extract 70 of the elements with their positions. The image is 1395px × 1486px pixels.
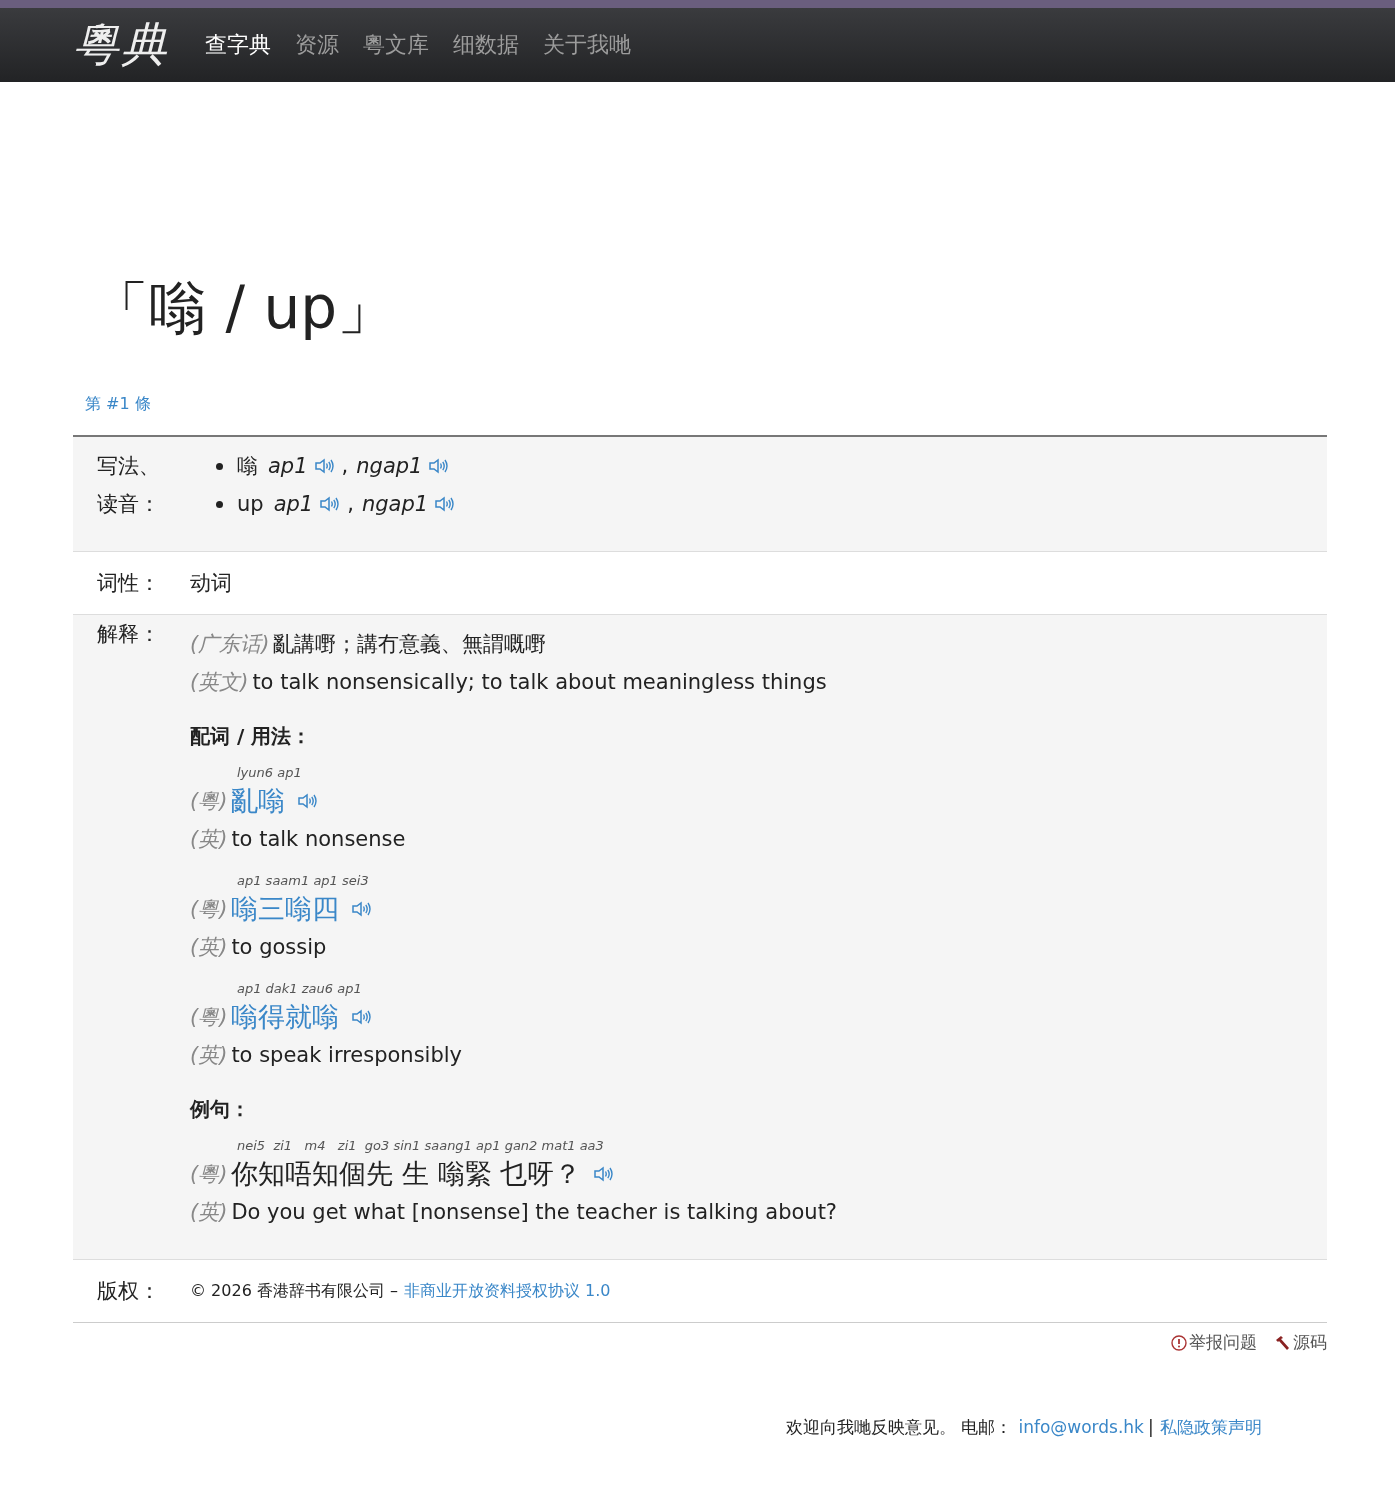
bullet-icon bbox=[216, 462, 223, 470]
meaning-text: to speak irresponsibly bbox=[231, 1043, 463, 1067]
bullet-icon bbox=[216, 500, 223, 508]
separator-text: , bbox=[347, 492, 354, 516]
copyright-text: © 2026 香港辞书有限公司 – bbox=[190, 1281, 398, 1300]
warning-icon bbox=[1171, 1334, 1187, 1351]
language-tag: (英) bbox=[190, 1043, 228, 1067]
speaker-icon[interactable] bbox=[428, 458, 449, 474]
nav-link[interactable]: 粵文库 bbox=[363, 30, 429, 60]
jyutping-text: ap1 saam1 ap1 sei3 bbox=[237, 872, 370, 890]
headword-title: 「嗡 / up」 bbox=[91, 273, 396, 344]
site-logo[interactable]: 粵典 bbox=[73, 14, 169, 76]
speaker-icon[interactable] bbox=[313, 458, 334, 474]
language-tag: (英) bbox=[190, 827, 228, 851]
definition-text: 亂講嘢；講冇意義、無謂嘅嘢 bbox=[273, 632, 547, 656]
jyutping-text: ngap1 bbox=[361, 492, 429, 516]
nav-link[interactable]: 细数据 bbox=[453, 30, 519, 60]
nav-link[interactable]: 资源 bbox=[295, 30, 339, 60]
language-tag: (广东话) bbox=[190, 632, 270, 656]
jyutping-text: ap1 dak1 zau6 ap1 bbox=[237, 980, 363, 998]
definition-text: to talk nonsensically; to talk about meaningless things bbox=[252, 670, 827, 694]
action-label[interactable]: 举报问题 bbox=[1189, 1331, 1257, 1354]
language-tag: (粵) bbox=[190, 998, 228, 1036]
action-link[interactable]: 举报问题 bbox=[1171, 1331, 1257, 1354]
nav-link[interactable]: 关于我哋 bbox=[543, 30, 631, 60]
field-label: 写法、 bbox=[97, 453, 161, 480]
jyutping-text: ap1 bbox=[268, 454, 308, 478]
separator-text: | bbox=[1147, 1417, 1154, 1437]
field-label: 词性： bbox=[97, 570, 161, 597]
section-heading: 配词 / 用法： bbox=[190, 723, 313, 750]
nav-link[interactable]: 查字典 bbox=[205, 30, 271, 60]
privacy-link[interactable]: 私隐政策声明 bbox=[1159, 1417, 1262, 1437]
meaning-text: to talk nonsense bbox=[231, 827, 406, 851]
section-heading: 例句： bbox=[190, 1096, 251, 1123]
language-tag: (英文) bbox=[190, 670, 249, 694]
email-link[interactable]: info@words.hk bbox=[1018, 1417, 1144, 1437]
language-tag: (英) bbox=[190, 935, 228, 959]
speaker-icon[interactable] bbox=[297, 793, 318, 809]
entry-link[interactable]: 第 #1 條 bbox=[85, 394, 151, 415]
footer-text: 欢迎向我哋反映意见。 电邮： bbox=[786, 1417, 1013, 1437]
example-sentence: 你知唔知個先 生 嗡緊 乜呀？ bbox=[231, 1157, 582, 1191]
field-label: 解释： bbox=[97, 621, 161, 648]
speaker-icon[interactable] bbox=[434, 496, 455, 512]
field-label: 版权： bbox=[97, 1278, 161, 1305]
action-label[interactable]: 源码 bbox=[1293, 1331, 1327, 1354]
language-tag: (粵) bbox=[190, 890, 228, 928]
reading-word: up bbox=[237, 492, 264, 516]
license-link[interactable]: 非商业开放资料授权协议 1.0 bbox=[404, 1281, 611, 1300]
jyutping-text: ap1 bbox=[273, 492, 314, 516]
jyutping-text: ngap1 bbox=[356, 454, 423, 478]
speaker-icon[interactable] bbox=[319, 496, 340, 512]
reading-word: 嗡 bbox=[237, 453, 258, 480]
speaker-icon[interactable] bbox=[351, 1009, 372, 1025]
field-label: 读音： bbox=[97, 491, 161, 518]
action-link[interactable]: 源码 bbox=[1275, 1331, 1327, 1354]
meaning-text: to gossip bbox=[231, 935, 327, 959]
phrase-link[interactable]: 嗡得就嗡 bbox=[231, 998, 340, 1036]
language-tag: (粵) bbox=[190, 1155, 228, 1193]
speaker-icon[interactable] bbox=[351, 901, 372, 917]
language-tag: (英) bbox=[190, 1200, 228, 1224]
language-tag: (粵) bbox=[190, 782, 228, 820]
jyutping-text: nei5 zi1 m4 zi1 go3 sin1 saang1 ap1 gan2 mat1 aa3 bbox=[237, 1137, 605, 1155]
jyutping-text: lyun6 ap1 bbox=[237, 764, 303, 782]
speaker-icon[interactable] bbox=[593, 1166, 614, 1182]
phrase-link[interactable]: 嗡三嗡四 bbox=[231, 890, 340, 928]
part-of-speech: 动词 bbox=[190, 570, 232, 597]
separator-text: , bbox=[341, 454, 349, 478]
phrase-link[interactable]: 亂嗡 bbox=[231, 782, 286, 820]
hammer-icon bbox=[1275, 1334, 1291, 1351]
translation-text: Do you get what [nonsense] the teacher is talking about? bbox=[231, 1200, 837, 1224]
